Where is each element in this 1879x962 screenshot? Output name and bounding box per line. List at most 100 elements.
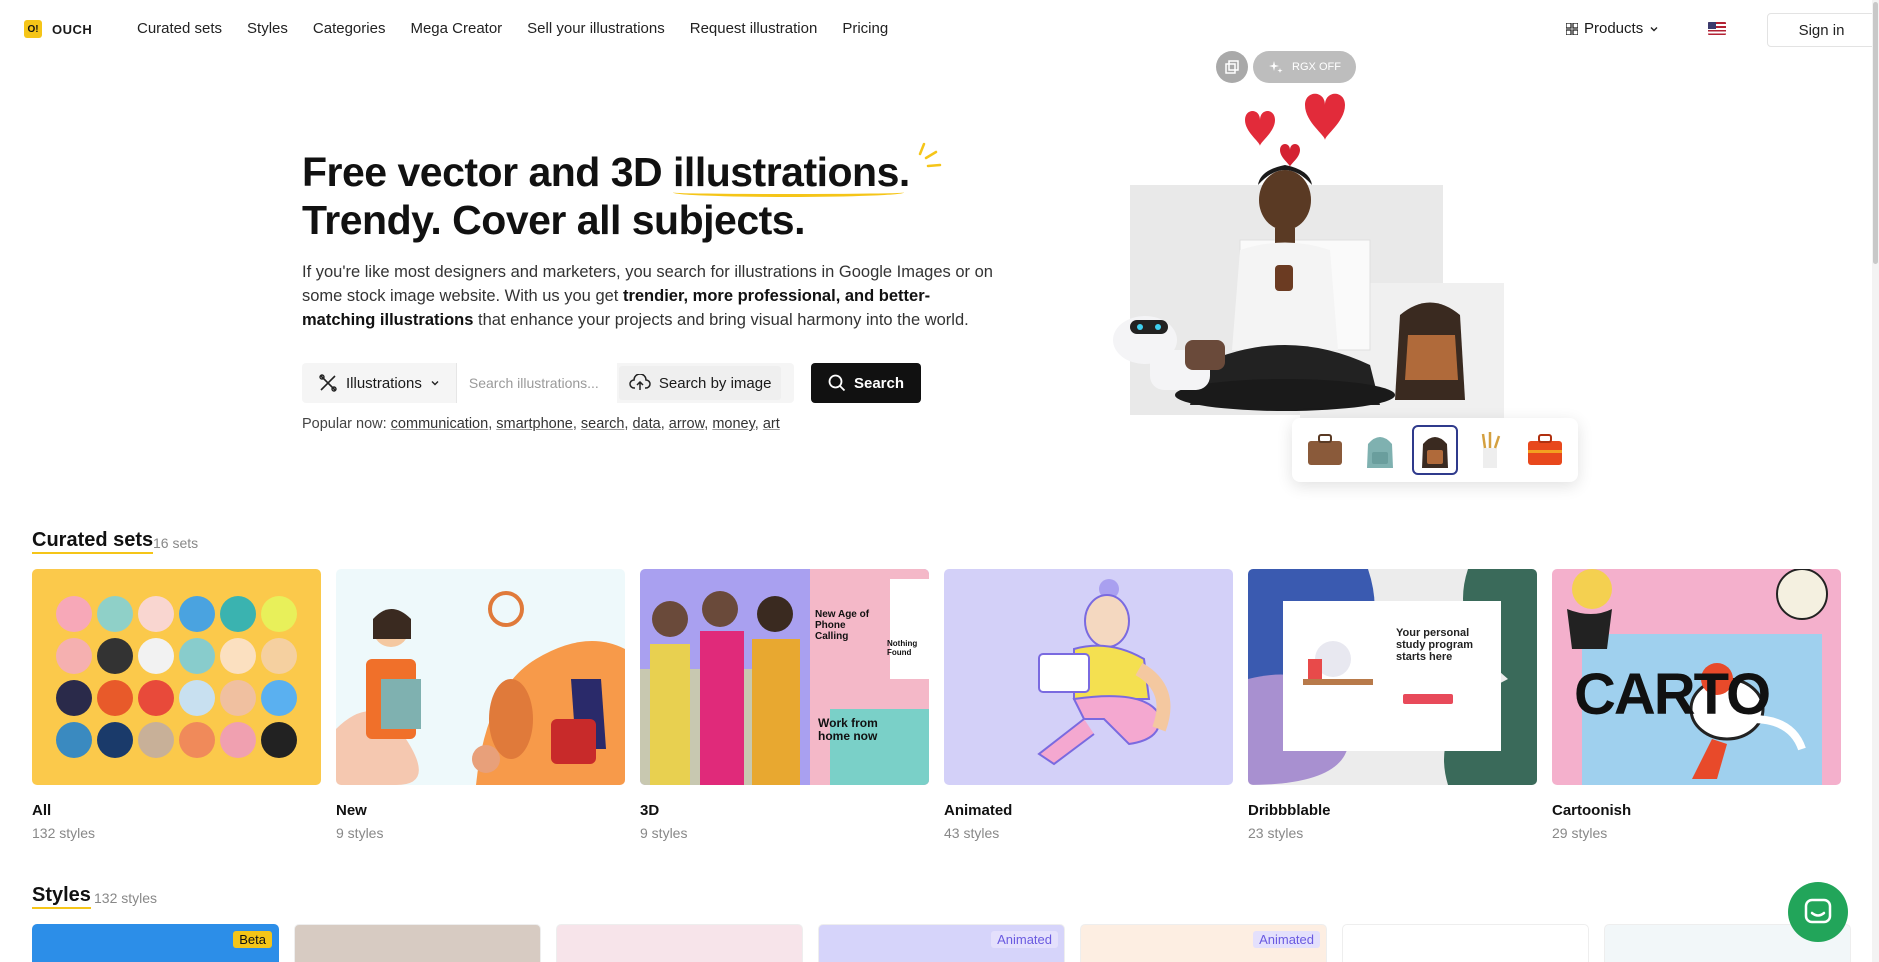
variant-briefcase[interactable] (1302, 425, 1347, 475)
set-style-count: 43 styles (944, 825, 1000, 841)
set-style-count: 29 styles (1552, 825, 1608, 841)
search-by-image-label: Search by image (658, 374, 772, 392)
search-icon (828, 374, 846, 392)
3d-illustration (640, 569, 929, 785)
popular-tag[interactable]: arrow (669, 416, 704, 432)
search-button-label: Search (853, 374, 905, 392)
style-card[interactable]: Animated (1080, 924, 1327, 962)
style-card[interactable] (556, 924, 803, 962)
search-input[interactable] (456, 363, 617, 403)
set-style-count: 23 styles (1248, 825, 1304, 841)
hero-title-line2: Trendy. Cover all subjects. (302, 197, 805, 243)
style-card[interactable]: Animated (818, 924, 1065, 962)
card-3d-wfh: Work from home now (818, 716, 878, 743)
grid-icon (1566, 22, 1578, 35)
search-by-image-button[interactable]: Search by image (618, 366, 782, 400)
logo[interactable]: O! OUCH (24, 20, 92, 38)
animated-badge: Animated (1253, 931, 1320, 948)
set-thumbnail (336, 569, 625, 785)
variant-teal-backpack[interactable] (1357, 425, 1402, 475)
set-name: New (336, 802, 367, 819)
nav-styles[interactable]: Styles (247, 20, 288, 37)
copy-icon[interactable] (1216, 51, 1248, 83)
chat-support-button[interactable] (1788, 882, 1848, 942)
bag-icon (1528, 434, 1563, 465)
set-card-all[interactable]: All 132 styles (32, 569, 321, 841)
sign-in-button[interactable]: Sign in (1767, 13, 1876, 47)
popular-tag[interactable]: smartphone (496, 416, 573, 432)
asset-type-label: Illustrations (346, 374, 422, 392)
new-illustration (336, 591, 625, 785)
search-bar: Illustrations Search by image (302, 363, 794, 403)
set-name: 3D (640, 802, 660, 819)
set-name: Dribbblable (1248, 802, 1331, 819)
popular-tag[interactable]: money (712, 416, 754, 432)
carto-text: CARTO (1574, 662, 1771, 727)
search-button[interactable]: Search (811, 363, 921, 403)
set-style-count: 132 styles (32, 825, 96, 841)
variant-red-bag[interactable] (1523, 425, 1568, 475)
rgx-toggle[interactable]: RGX OFF (1253, 51, 1356, 83)
set-card-cartoonish[interactable]: CARTO Cartoonish 29 styles (1552, 569, 1841, 841)
logo-text: OUCH (52, 21, 93, 37)
nav-sell-illustrations[interactable]: Sell your illustrations (527, 20, 665, 37)
chevron-down-icon (1650, 26, 1658, 31)
dribbblable-illustration (1248, 569, 1537, 785)
copy-glyph (1225, 60, 1239, 74)
popular-tag[interactable]: data (632, 416, 660, 432)
popular-label: Popular now: (302, 416, 387, 432)
products-menu[interactable]: Products (1566, 20, 1659, 37)
set-card-3d[interactable]: New Age of Phone Calling Nothing Found W… (640, 569, 929, 841)
nav-request-illustration[interactable]: Request illustration (690, 20, 818, 37)
set-card-dribbblable[interactable]: Your personal study program starts here … (1248, 569, 1537, 841)
chat-icon (1804, 898, 1832, 924)
set-card-new[interactable]: New 9 styles (336, 569, 625, 841)
us-flag-icon[interactable] (1708, 22, 1726, 35)
pencil-cup-icon (1482, 432, 1501, 468)
backpack-icon (1366, 437, 1393, 468)
rgx-label: RGX OFF (1292, 61, 1341, 73)
page-scrollbar-thumb[interactable] (1873, 2, 1878, 264)
nav-categories[interactable]: Categories (313, 20, 386, 37)
popular-tag[interactable]: search (581, 416, 625, 432)
styles-title[interactable]: Styles (32, 884, 91, 909)
popular-tag[interactable]: art (763, 416, 780, 432)
briefcase-icon (1307, 434, 1342, 465)
styles-count: 132 styles (94, 890, 158, 906)
set-name: All (32, 802, 52, 819)
main-nav: Curated sets Styles Categories Mega Crea… (137, 20, 888, 37)
styles-grid: Beta Animated Animated (32, 924, 1851, 962)
variant-brown-backpack[interactable] (1412, 425, 1458, 475)
hero-title-part: Free vector and 3D (302, 149, 674, 195)
set-style-count: 9 styles (640, 825, 688, 841)
beta-badge: Beta (233, 931, 272, 948)
asset-type-dropdown[interactable]: Illustrations (302, 363, 457, 403)
nav-curated-sets[interactable]: Curated sets (137, 20, 222, 37)
nav-mega-creator[interactable]: Mega Creator (410, 20, 502, 37)
nav-pricing[interactable]: Pricing (842, 20, 888, 37)
hero-description: If you're like most designers and market… (302, 260, 1002, 332)
set-thumbnail (32, 569, 321, 785)
chevron-down-icon (431, 381, 439, 386)
curated-sets-count: 16 sets (153, 535, 199, 551)
curated-sets-title[interactable]: Curated sets (32, 529, 154, 554)
sparkles-icon (1269, 61, 1283, 73)
sparkle-icon (918, 142, 942, 168)
set-thumbnail: New Age of Phone Calling Nothing Found W… (640, 569, 929, 785)
animated-illustration (1037, 579, 1171, 766)
popular-tag[interactable]: communication (391, 416, 489, 432)
illustration-tool-icon (319, 374, 337, 392)
avatar-collage (56, 596, 297, 758)
curated-sets-grid: All 132 styles New 9 styles New Age of P… (32, 569, 1841, 841)
variant-pencil-cup[interactable] (1468, 425, 1513, 475)
set-thumbnail: CARTO (1552, 569, 1841, 785)
set-thumbnail: Your personal study program starts here (1248, 569, 1537, 785)
top-header: O! OUCH Curated sets Styles Categories M… (0, 0, 1879, 60)
set-thumbnail (944, 569, 1233, 785)
style-card[interactable] (1342, 924, 1589, 962)
set-name: Cartoonish (1552, 802, 1632, 819)
style-card[interactable] (294, 924, 541, 962)
set-card-animated[interactable]: Animated 43 styles (944, 569, 1233, 841)
style-card[interactable]: Beta (32, 924, 279, 962)
hero-title: Free vector and 3D illustrations. Trendy… (302, 148, 910, 244)
